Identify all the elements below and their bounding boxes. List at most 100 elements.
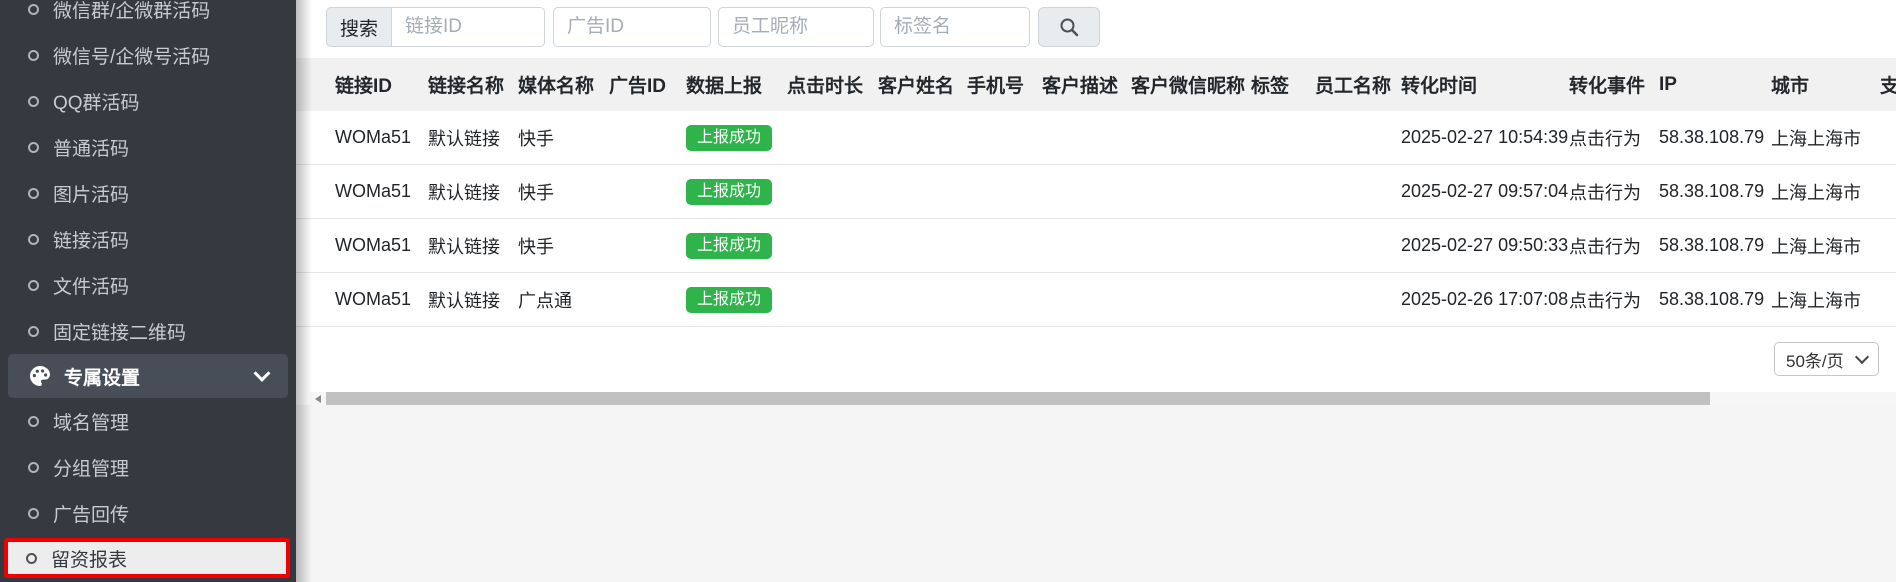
column-header: 点击时长 [787,71,878,98]
sidebar-item-label: 微信号/企微号活码 [53,42,210,69]
main-content: 搜索 链接ID链接名称媒体名称广告ID数据上报点击时长客户姓名手机号客户描述客户… [296,0,1896,582]
column-header: 标签 [1251,71,1315,98]
sidebar-item[interactable]: 微信群/企微群活码 [0,0,296,32]
status-badge: 上报成功 [686,125,772,151]
sidebar-item-label: 固定链接二维码 [53,318,186,345]
column-header: 手机号 [967,71,1042,98]
column-header: 广告ID [609,71,686,98]
column-header: 链接ID [335,71,428,98]
tag-name-input[interactable] [880,7,1030,47]
table-cell: 快手 [518,125,609,151]
sidebar-item[interactable]: 分组管理 [0,444,296,490]
table-cell: 默认链接 [428,125,518,151]
table-cell: 58.38.108.79 [1659,289,1771,310]
table-cell: 58.38.108.79 [1659,235,1771,256]
ad-id-input[interactable] [553,7,711,47]
table-cell: 58.38.108.79 [1659,181,1771,202]
sidebar-item[interactable]: 普通活码 [0,124,296,170]
table-cell: WOMa51 [335,289,428,310]
column-header: 转化事件 [1569,71,1659,98]
circle-icon [28,188,39,199]
magnifier-icon [1058,16,1080,38]
column-header: IP [1659,74,1771,96]
page-size-value: 50条/页 [1786,347,1844,372]
table-cell: 上海上海市 [1771,179,1880,205]
table-row: WOMa51默认链接广点通 上报成功 2025-02-26 17:07:08点击行为… [296,273,1896,327]
status-badge: 上报成功 [686,233,772,259]
search-bar: 搜索 [326,7,1100,47]
table-cell: 点击行为 [1569,179,1659,205]
sidebar-section-special-settings[interactable]: 专属设置 [8,354,288,398]
table-cell: 默认链接 [428,233,518,259]
sidebar-item-label: QQ群活码 [53,88,140,115]
sidebar-item-label: 微信群/企微群活码 [53,0,210,23]
column-header: 客户姓名 [878,71,967,98]
sidebar-item[interactable]: 固定链接二维码 [0,308,296,354]
circle-icon [28,4,39,15]
sidebar-item[interactable]: 域名管理 [0,398,296,444]
column-header: 城市 [1771,71,1880,98]
link-id-input[interactable] [391,7,545,47]
table-header: 链接ID链接名称媒体名称广告ID数据上报点击时长客户姓名手机号客户描述客户微信昵… [296,58,1896,111]
horizontal-scrollbar[interactable] [310,392,1896,405]
sidebar-item-label: 广告回传 [53,500,129,527]
table-cell: 点击行为 [1569,287,1659,313]
circle-icon [28,142,39,153]
circle-icon [28,280,39,291]
table-cell: 上海上海市 [1771,125,1880,151]
circle-icon [28,234,39,245]
search-button[interactable] [1038,7,1100,47]
chevron-down-icon [254,365,271,382]
column-header: 媒体名称 [518,71,609,98]
chevron-down-icon [1855,350,1869,364]
search-label: 搜索 [326,7,391,47]
table-cell: 上报成功 [686,125,787,151]
circle-icon [28,416,39,427]
table-cell: 上海上海市 [1771,233,1880,259]
status-badge: 上报成功 [686,287,772,313]
staff-nickname-input[interactable] [718,7,874,47]
table-cell: 广点通 [518,287,609,313]
status-badge: 上报成功 [686,179,772,205]
sidebar-item-label: 图片活码 [53,180,129,207]
sidebar-item[interactable]: 文件活码 [0,262,296,308]
column-header: 客户描述 [1042,71,1131,98]
table-cell: WOMa51 [335,181,428,202]
circle-icon [28,50,39,61]
page-size-select[interactable]: 50条/页 [1774,342,1879,376]
circle-icon [28,96,39,107]
palette-icon [28,364,52,388]
sidebar: 微信群/企微群活码微信号/企微号活码 QQ群活码普通活码图片活码链接活码文件活码固… [0,0,296,582]
table-cell: 上报成功 [686,179,787,205]
sidebar-item[interactable]: QQ群活码 [0,78,296,124]
sidebar-item[interactable]: 微信号/企微号活码 [0,32,296,78]
scroll-left-arrow-icon[interactable] [310,392,326,405]
sidebar-item[interactable]: 链接活码 [0,216,296,262]
table-cell: 上报成功 [686,233,787,259]
sidebar-item-selected[interactable]: 留资报表 [51,545,127,572]
table-cell: 默认链接 [428,287,518,313]
circle-icon [28,326,39,337]
sidebar-submenu: 域名管理分组管理广告回传 [0,398,296,536]
table-cell: 点击行为 [1569,125,1659,151]
content-background [296,405,1896,582]
table-cell: 默认链接 [428,179,518,205]
table-cell: 快手 [518,233,609,259]
column-header: 员工名称 [1315,71,1401,98]
column-header: 链接名称 [428,71,518,98]
sidebar-item[interactable]: 广告回传 [0,490,296,536]
sidebar-item-label: 分组管理 [53,454,129,481]
sidebar-section-label: 专属设置 [64,363,140,390]
table-cell: 上海上海市 [1771,287,1880,313]
annotation-box: 留资报表 [4,538,290,578]
sidebar-item[interactable]: 图片活码 [0,170,296,216]
circle-icon [26,553,37,564]
sidebar-item-label: 普通活码 [53,134,129,161]
sidebar-item-label: 文件活码 [53,272,129,299]
column-header: 转化时间 [1401,71,1569,98]
table-cell: 点击行为 [1569,233,1659,259]
table-cell: 58.38.108.79 [1659,127,1771,148]
scrollbar-thumb[interactable] [326,392,1710,405]
circle-icon [28,462,39,473]
table-cell: 2025-02-26 17:07:08 [1401,289,1569,310]
